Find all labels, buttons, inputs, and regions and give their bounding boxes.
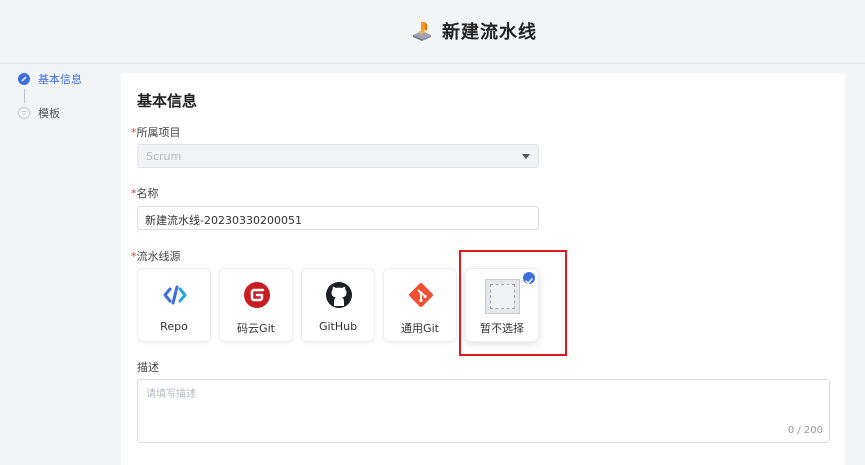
section-title: 基本信息 bbox=[137, 92, 198, 110]
step-template[interactable]: 模板 bbox=[18, 104, 108, 122]
source-option-gitee[interactable]: 码云Git bbox=[219, 268, 293, 342]
source-option-repo[interactable]: Repo bbox=[137, 268, 211, 342]
source-option-label: 通用Git bbox=[401, 322, 439, 335]
pencil-icon bbox=[18, 73, 30, 85]
source-option-label: 码云Git bbox=[237, 322, 275, 335]
project-select[interactable]: Scrum bbox=[137, 144, 539, 168]
git-icon bbox=[407, 281, 435, 309]
source-option-git[interactable]: 通用Git bbox=[383, 268, 457, 342]
project-label: *所属项目 bbox=[131, 126, 181, 139]
step-label: 模板 bbox=[38, 107, 60, 120]
project-select-value: Scrum bbox=[146, 150, 182, 163]
description-label: 描述 bbox=[137, 361, 159, 374]
repo-icon bbox=[161, 281, 189, 309]
step-connector bbox=[23, 89, 25, 103]
step-basic-info[interactable]: 基本信息 bbox=[18, 70, 108, 88]
caret-down-icon bbox=[522, 154, 530, 159]
step-nav: 基本信息 模板 bbox=[18, 70, 108, 122]
page-title: 新建流水线 bbox=[442, 22, 537, 43]
header-title-group: 新建流水线 bbox=[410, 18, 537, 44]
char-count: 0 / 200 bbox=[787, 425, 823, 436]
page-header: 新建流水线 bbox=[0, 0, 865, 64]
gitee-icon bbox=[243, 281, 271, 309]
highlight-box bbox=[459, 250, 567, 356]
step-label: 基本信息 bbox=[38, 73, 82, 86]
source-label: *流水线源 bbox=[131, 250, 181, 263]
description-textarea[interactable]: 请填写描述 0 / 200 bbox=[137, 379, 830, 443]
name-input[interactable]: 新建流水线-20230330200051 bbox=[137, 206, 539, 230]
source-option-github[interactable]: GitHub bbox=[301, 268, 375, 342]
name-input-value: 新建流水线-20230330200051 bbox=[145, 214, 302, 227]
source-option-label: Repo bbox=[160, 320, 188, 333]
github-icon bbox=[325, 281, 353, 309]
source-option-label: GitHub bbox=[318, 320, 358, 333]
description-placeholder: 请填写描述 bbox=[146, 389, 196, 400]
name-label: *名称 bbox=[131, 187, 159, 200]
step-circle-icon bbox=[18, 107, 30, 119]
pipeline-logo-icon bbox=[410, 19, 434, 43]
